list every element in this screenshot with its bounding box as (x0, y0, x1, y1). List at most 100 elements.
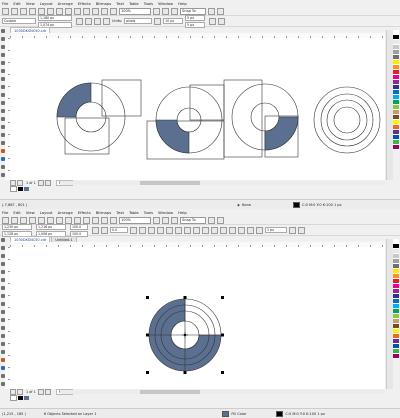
scroll-thumb[interactable] (140, 181, 200, 185)
swatch[interactable] (18, 187, 23, 191)
rectangle-shape[interactable] (189, 84, 225, 121)
paste-icon[interactable] (56, 216, 63, 224)
swatch[interactable] (24, 187, 29, 191)
menu-view[interactable]: View (26, 1, 35, 6)
break-apart-icon[interactable] (247, 226, 254, 234)
redo-icon[interactable] (74, 7, 81, 15)
show-rulers-icon[interactable] (162, 216, 169, 224)
print-icon[interactable] (29, 216, 36, 224)
smart-fill-tool-icon[interactable] (0, 278, 5, 282)
menu-file[interactable]: File (2, 1, 8, 6)
selection-handle[interactable] (221, 371, 224, 374)
selection-handle[interactable] (221, 296, 224, 299)
menu-window[interactable]: Window (158, 210, 173, 215)
table-tool-icon[interactable] (0, 109, 5, 113)
back-minus-front-icon[interactable] (193, 226, 200, 234)
save-icon[interactable] (20, 7, 27, 15)
nudge-distance-field[interactable]: 10 px (163, 18, 184, 24)
outline-width-select[interactable]: 1 px (265, 227, 287, 233)
eyedropper-tool-icon[interactable] (0, 149, 5, 153)
menu-layout[interactable]: Layout (40, 210, 53, 215)
filled-segment-shape[interactable] (155, 119, 190, 154)
menu-file[interactable]: File (2, 210, 8, 215)
rectangle-tool-icon[interactable] (0, 77, 5, 81)
copy-icon[interactable] (47, 216, 54, 224)
units-select[interactable]: pixels (124, 18, 153, 24)
rectangle-shape[interactable] (101, 79, 142, 117)
interactive-fill-tool-icon[interactable] (0, 382, 5, 386)
outline-tool-icon[interactable] (0, 157, 5, 161)
transparency-tool-icon[interactable] (0, 350, 5, 354)
app-launcher-icon[interactable] (101, 7, 108, 15)
new-icon[interactable] (2, 216, 9, 224)
to-front-icon[interactable] (289, 226, 296, 234)
selection-handle[interactable] (146, 371, 149, 374)
freehand-tool-icon[interactable] (0, 270, 5, 274)
blend-tool-icon[interactable] (0, 133, 5, 137)
docker-panel[interactable] (386, 30, 393, 180)
group-icon[interactable] (220, 226, 227, 234)
weld-icon[interactable] (148, 226, 155, 234)
drawing-canvas[interactable] (10, 38, 385, 180)
redo-icon[interactable] (74, 216, 81, 224)
ellipse-tool-icon[interactable] (0, 85, 5, 89)
scroll-thumb[interactable] (140, 390, 200, 394)
selection-handle[interactable] (221, 333, 224, 337)
front-minus-back-icon[interactable] (184, 226, 191, 234)
menu-text[interactable]: Text (116, 1, 124, 6)
ungroup-icon[interactable] (229, 226, 236, 234)
freehand-tool-icon[interactable] (0, 61, 5, 65)
full-screen-icon[interactable] (153, 216, 160, 224)
object-width-field[interactable]: 1,216 px (36, 223, 66, 230)
landscape-icon[interactable] (85, 17, 92, 25)
zoom-tool-icon[interactable] (0, 53, 5, 57)
menu-text[interactable]: Text (116, 210, 124, 215)
outer-circle-shape[interactable] (313, 86, 381, 154)
align-icon[interactable] (211, 226, 218, 234)
polygon-tool-icon[interactable] (0, 93, 5, 97)
menu-bitmaps[interactable]: Bitmaps (96, 210, 112, 215)
shape-tool-icon[interactable] (0, 37, 5, 41)
circle-shape[interactable] (320, 93, 374, 147)
simplify-icon[interactable] (175, 226, 182, 234)
menu-edit[interactable]: Edit (13, 210, 20, 215)
rectangle-tool-icon[interactable] (0, 286, 5, 290)
to-back-icon[interactable] (298, 226, 305, 234)
rotation-angle-field[interactable]: 0.0 (110, 227, 128, 233)
circle-shape[interactable] (326, 99, 368, 141)
crop-tool-icon[interactable] (0, 254, 5, 258)
intersect-icon[interactable] (166, 226, 173, 234)
transparency-tool-icon[interactable] (0, 141, 5, 145)
cut-icon[interactable] (38, 216, 45, 224)
zoom-level-select[interactable]: 100% (119, 216, 151, 224)
filled-segment-shape[interactable] (264, 116, 299, 151)
welcome-icon[interactable] (217, 216, 224, 224)
mirror-horizontal-icon[interactable] (130, 226, 137, 234)
outer-arc-shape[interactable] (184, 298, 222, 336)
filled-segment-shape[interactable] (56, 82, 92, 118)
options-icon[interactable] (208, 7, 215, 15)
options-icon[interactable] (208, 216, 215, 224)
inner-circle-shape[interactable] (333, 106, 361, 134)
horizontal-scrollbar[interactable] (60, 390, 385, 394)
trim-icon[interactable] (157, 226, 164, 234)
menu-help[interactable]: Help (178, 1, 187, 6)
menu-tools[interactable]: Tools (144, 1, 153, 6)
duplicate-x-field[interactable]: 5 px (185, 14, 206, 21)
show-grid-icon[interactable] (171, 7, 178, 15)
fill-tool-icon[interactable] (0, 165, 5, 169)
save-icon[interactable] (20, 216, 27, 224)
pick-tool-icon[interactable] (0, 238, 5, 242)
crop-tool-icon[interactable] (0, 45, 5, 49)
smart-fill-tool-icon[interactable] (0, 69, 5, 73)
drawing-canvas[interactable] (10, 247, 385, 389)
all-pages-icon[interactable] (94, 17, 101, 25)
new-icon[interactable] (2, 7, 9, 15)
table-tool-icon[interactable] (0, 318, 5, 322)
connector-tool-icon[interactable] (0, 125, 5, 129)
portrait-icon[interactable] (76, 17, 83, 25)
welcome-icon[interactable] (217, 7, 224, 15)
undo-icon[interactable] (65, 216, 72, 224)
snap-to-select[interactable]: Snap To (180, 216, 206, 224)
app-launcher-icon[interactable] (101, 216, 108, 224)
